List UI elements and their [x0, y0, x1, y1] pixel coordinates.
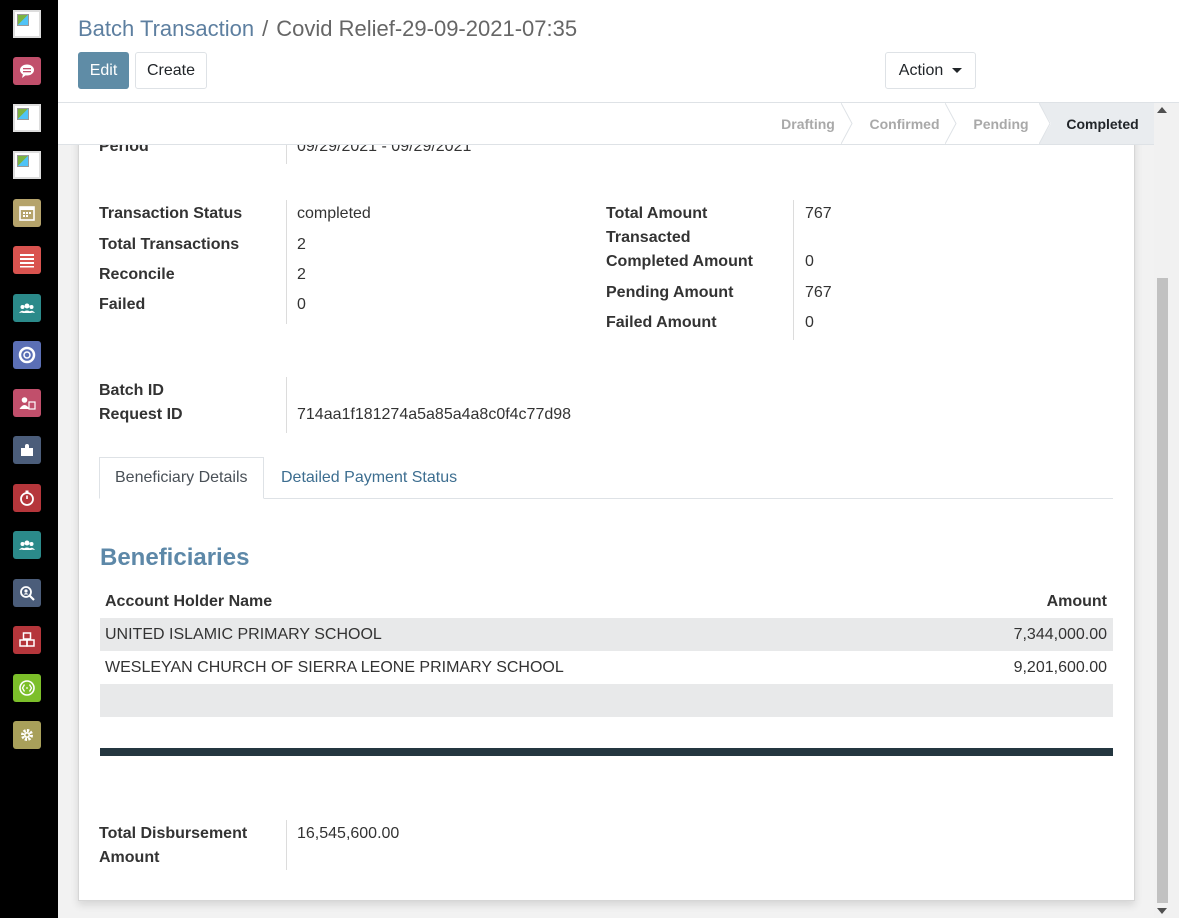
- action-label: Action: [898, 61, 944, 79]
- create-button[interactable]: Create: [135, 52, 207, 89]
- total-amount-transacted-value: 767: [805, 205, 832, 222]
- field-divider: [286, 200, 287, 324]
- total-disbursement-label-line1: Total Disbursement: [99, 825, 248, 842]
- field-divider: [793, 200, 794, 340]
- table-row[interactable]: UNITED ISLAMIC PRIMARY SCHOOL 7,344,000.…: [100, 618, 1113, 651]
- total-transactions-label: Total Transactions: [99, 236, 240, 253]
- field-divider: [286, 820, 287, 870]
- failed-value: 0: [297, 296, 306, 313]
- breadcrumb-current: Covid Relief-29-09-2021-07:35: [276, 16, 578, 41]
- list-icon[interactable]: [13, 246, 41, 274]
- pending-amount-label: Pending Amount: [606, 284, 734, 301]
- stage-pending[interactable]: Pending: [956, 103, 1046, 144]
- completed-amount-value: 0: [805, 253, 814, 270]
- stage-drafting[interactable]: Drafting: [763, 103, 853, 144]
- cubes-icon[interactable]: [13, 626, 41, 654]
- field-divider: [286, 377, 287, 433]
- scroll-down-arrow-icon[interactable]: [1157, 908, 1167, 914]
- column-header-amount[interactable]: Amount: [913, 593, 1113, 611]
- stage-completed[interactable]: Completed: [1051, 103, 1154, 144]
- stage-arrow-icon: [1039, 103, 1051, 144]
- breadcrumb: Batch Transaction / Covid Relief-29-09-202…: [78, 16, 577, 42]
- beneficiaries-title: Beneficiaries: [100, 544, 250, 571]
- lifebuoy-icon[interactable]: [13, 341, 41, 369]
- broken-image-icon[interactable]: [13, 151, 41, 179]
- edit-button[interactable]: Edit: [78, 52, 129, 89]
- transaction-status-label: Transaction Status: [99, 205, 243, 222]
- contact-card-icon[interactable]: [13, 389, 41, 417]
- tab-detailed-payment-status[interactable]: Detailed Payment Status: [266, 457, 472, 499]
- reconcile-label: Reconcile: [99, 266, 175, 283]
- people-icon[interactable]: [13, 294, 41, 322]
- scrollbar[interactable]: [1154, 103, 1179, 918]
- failed-amount-value: 0: [805, 314, 814, 331]
- calendar-icon[interactable]: [13, 199, 41, 227]
- breadcrumb-separator: /: [262, 16, 269, 41]
- failed-amount-label: Failed Amount: [606, 314, 717, 331]
- app-sidebar: [0, 0, 58, 918]
- table-row-empty: [100, 684, 1113, 717]
- total-disbursement-label-line2: Amount: [99, 849, 160, 866]
- gear-icon[interactable]: [13, 721, 41, 749]
- api-icon[interactable]: [13, 674, 41, 702]
- action-dropdown-button[interactable]: Action: [885, 52, 976, 89]
- field-divider: [286, 142, 287, 164]
- failed-label: Failed: [99, 296, 146, 313]
- people-icon[interactable]: [13, 531, 41, 559]
- stage-confirmed[interactable]: Confirmed: [853, 103, 956, 144]
- request-id-label: Request ID: [99, 406, 183, 423]
- account-holder-name-cell: WESLEYAN CHURCH OF SIERRA LEONE PRIMARY …: [105, 658, 564, 676]
- control-panel: Batch Transaction / Covid Relief-29-09-202…: [58, 0, 1179, 103]
- puzzle-icon[interactable]: [13, 436, 41, 464]
- total-amount-transacted-label: Total Amount Transacted: [606, 202, 707, 250]
- statusbar: Drafting Confirmed Pending Completed: [58, 103, 1154, 145]
- completed-amount-label: Completed Amount: [606, 253, 753, 270]
- caret-down-icon: [952, 68, 963, 73]
- total-transactions-value: 2: [297, 236, 306, 253]
- stage-separator-icon: [841, 103, 853, 144]
- search-person-icon[interactable]: [13, 579, 41, 607]
- table-footer-bar: [100, 748, 1113, 756]
- amount-cell: 7,344,000.00: [1013, 625, 1107, 643]
- form-view: Drafting Confirmed Pending Completed Per…: [58, 103, 1179, 918]
- scrollbar-thumb[interactable]: [1157, 278, 1168, 903]
- account-holder-name-cell: UNITED ISLAMIC PRIMARY SCHOOL: [105, 625, 382, 643]
- total-disbursement-amount-label: Total Disbursement Amount: [99, 822, 247, 870]
- request-id-value: 714aa1f181274a5a85a4a8c0f4c77d98: [297, 406, 572, 423]
- reconcile-value: 2: [297, 266, 306, 283]
- stopwatch-icon[interactable]: [13, 484, 41, 512]
- breadcrumb-parent-link[interactable]: Batch Transaction: [78, 16, 254, 41]
- total-amount-label-line2: Transacted: [606, 229, 691, 246]
- broken-image-icon[interactable]: [13, 104, 41, 132]
- tab-beneficiary-details[interactable]: Beneficiary Details: [99, 457, 264, 499]
- total-disbursement-amount-value: 16,545,600.00: [297, 825, 400, 842]
- chat-icon[interactable]: [13, 57, 41, 85]
- batch-id-label: Batch ID: [99, 382, 164, 399]
- beneficiaries-table: Account Holder Name Amount UNITED ISLAMI…: [100, 585, 1113, 717]
- scroll-up-arrow-icon[interactable]: [1157, 107, 1167, 113]
- table-row[interactable]: WESLEYAN CHURCH OF SIERRA LEONE PRIMARY …: [100, 651, 1113, 684]
- total-amount-label-line1: Total Amount: [606, 205, 708, 222]
- form-sheet: Period 09/29/2021 - 09/29/2021 Transacti…: [78, 103, 1135, 901]
- pending-amount-value: 767: [805, 284, 832, 301]
- table-header: Account Holder Name Amount: [100, 585, 1113, 618]
- amount-cell: 9,201,600.00: [1013, 658, 1107, 676]
- broken-image-icon[interactable]: [13, 10, 41, 38]
- transaction-status-value: completed: [297, 205, 371, 222]
- column-header-account-holder-name[interactable]: Account Holder Name: [100, 593, 913, 611]
